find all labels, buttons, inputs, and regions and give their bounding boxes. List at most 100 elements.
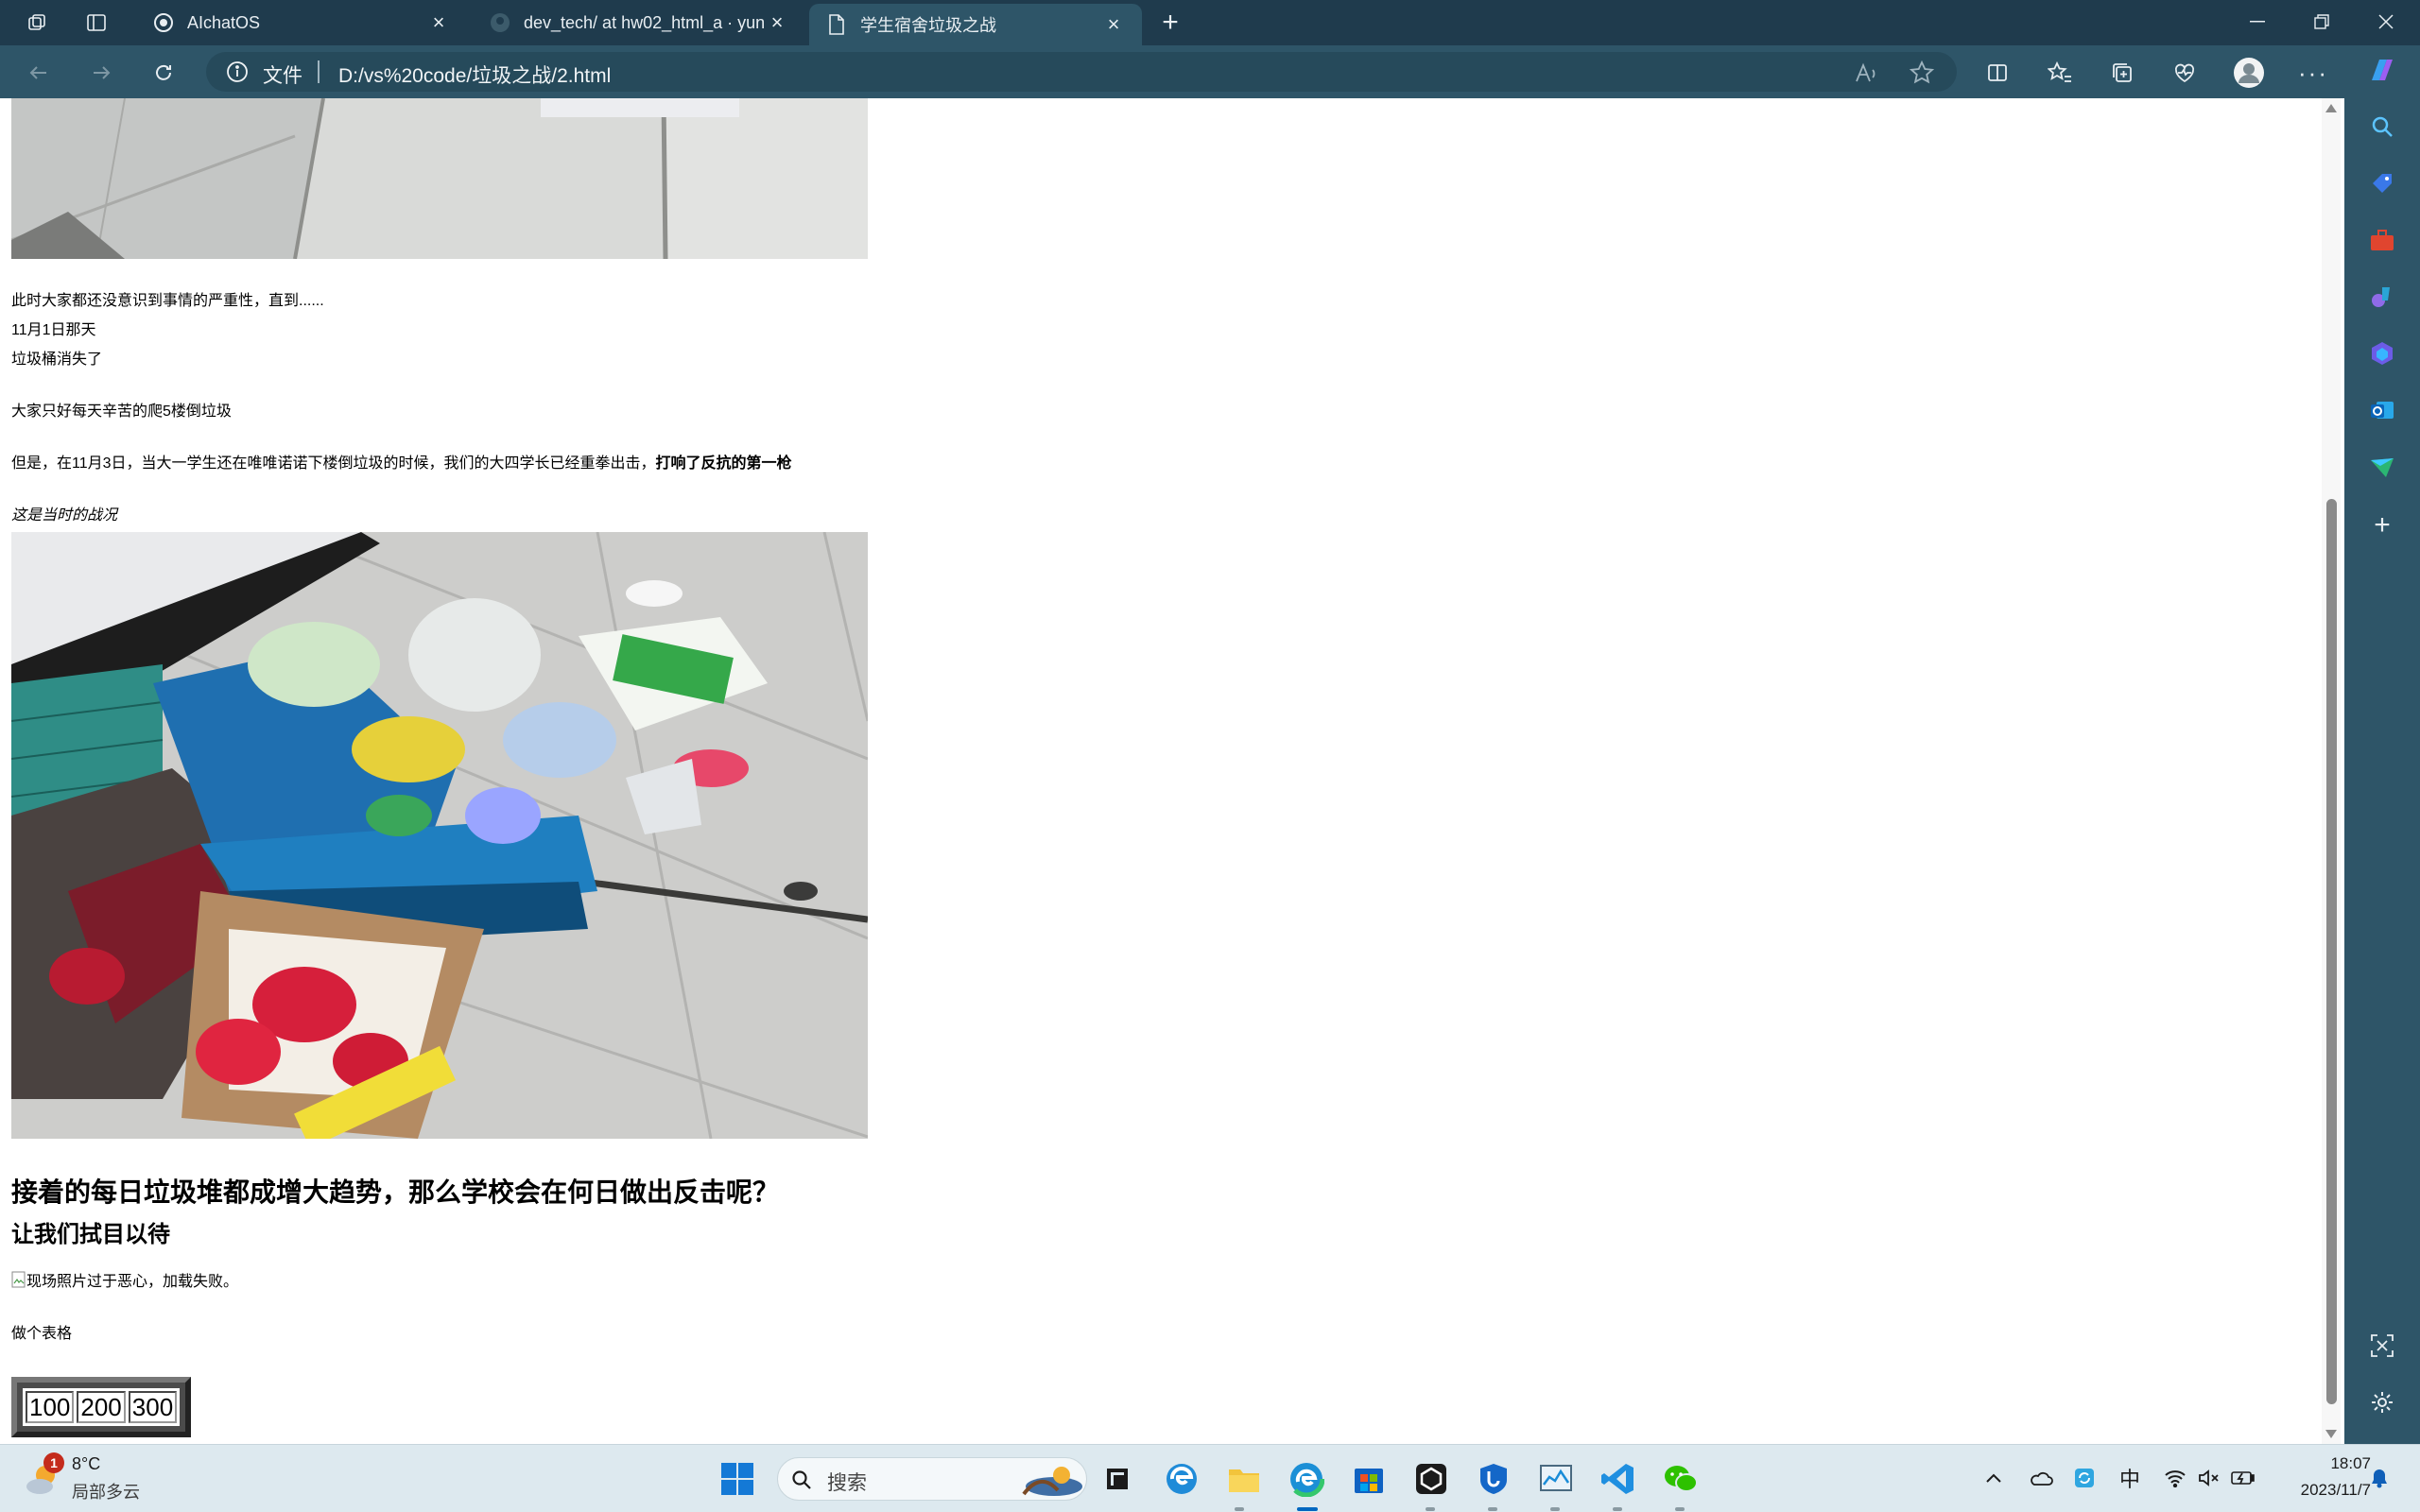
collections-icon[interactable] [2106, 57, 2138, 89]
start-windows-icon[interactable] [717, 1458, 758, 1500]
table-cell: 100 [26, 1391, 75, 1423]
forward-icon[interactable] [85, 57, 117, 89]
clock-date[interactable]: 2023/11/7 [2301, 1481, 2371, 1500]
paragraph: 但是，在11月3日，当大一学生还在唯唯诺诺下楼倒垃圾的时候，我们的大四学长已经重… [11, 450, 792, 472]
search-icon [792, 1470, 811, 1489]
tab-aichatos[interactable]: AIchatOS × [136, 2, 467, 43]
section-subheading: 让我们拭目以待 [11, 1222, 170, 1247]
aichatos-icon [153, 12, 174, 33]
tab-bar: AIchatOS × dev_tech/ at hw02_html_a · yu… [0, 0, 2420, 45]
scroll-down-arrow-icon[interactable] [2325, 1430, 2337, 1438]
taskbar-search[interactable]: 搜索 [777, 1457, 1087, 1501]
wifi-icon[interactable] [2161, 1464, 2189, 1492]
close-window-icon[interactable] [2354, 0, 2418, 43]
vertical-tabs-icon[interactable] [81, 8, 112, 38]
close-tab-icon[interactable]: × [425, 9, 452, 36]
shopping-tag-icon[interactable] [2365, 166, 2399, 200]
broken-image-icon [11, 1271, 26, 1288]
tab-title: dev_tech/ at hw02_html_a · yuna [524, 12, 764, 32]
github-icon [490, 12, 510, 33]
profile-avatar[interactable] [2233, 57, 2265, 89]
info-icon[interactable] [225, 60, 250, 84]
tab-title: AIchatOS [187, 12, 261, 32]
back-icon[interactable] [23, 57, 55, 89]
page-viewport: 此时大家都还没意识到事情的严重性，直到...... 11月1日那天 垃圾桶消失了… [0, 98, 2325, 1444]
vertical-scrollbar[interactable] [2322, 98, 2341, 1444]
favorite-star-icon[interactable] [1908, 59, 1936, 87]
shield-app-icon[interactable] [1473, 1458, 1514, 1500]
weather-temperature[interactable]: 8°C [72, 1454, 100, 1474]
games-icon[interactable] [2365, 280, 2399, 314]
scheme-label: 文件 [263, 65, 302, 87]
broken-image: 现场照片过于恶心，加载失败。 [11, 1268, 238, 1291]
tile-wall-photo [11, 98, 868, 259]
unity-app-icon[interactable] [1410, 1458, 1452, 1500]
table-intro: 做个表格 [11, 1326, 73, 1342]
new-tab-icon[interactable]: + [1155, 7, 1185, 38]
edge-sidebar: + [2344, 45, 2420, 1444]
table-cell: 300 [128, 1391, 178, 1423]
input-method-indicator[interactable]: 中 [2116, 1464, 2144, 1492]
paragraph-text: 但是，在11月3日，当大一学生还在唯唯诺诺下楼倒垃圾的时候，我们的大四学长已经重… [11, 455, 656, 472]
edge-browser-icon[interactable] [1286, 1458, 1327, 1500]
tab-github[interactable]: dev_tech/ at hw02_html_a · yuna × [473, 2, 805, 43]
microsoft-365-icon[interactable] [2365, 336, 2399, 370]
tab-current[interactable]: 学生宿舍垃圾之战 × [809, 4, 1142, 45]
sync-app-icon[interactable] [2070, 1464, 2099, 1492]
show-hidden-icons-icon[interactable] [1979, 1464, 2008, 1492]
refresh-icon[interactable] [147, 57, 180, 89]
active-app-indicator [1297, 1507, 1318, 1511]
search-icon[interactable] [2365, 110, 2399, 144]
paragraph: 大家只好每天辛苦的爬5楼倒垃圾 [11, 404, 232, 420]
resource-monitor-icon[interactable] [1535, 1458, 1577, 1500]
text-line: 垃圾桶消失了 [11, 352, 103, 368]
copilot-icon[interactable] [2365, 53, 2399, 87]
weather-description[interactable]: 局部多云 [72, 1479, 140, 1503]
data-table: 100 200 300 [11, 1377, 192, 1437]
add-sidebar-app-icon[interactable]: + [2365, 508, 2399, 542]
sidebar-settings-gear-icon[interactable] [2365, 1385, 2399, 1419]
text-line: 此时大家都还没意识到事情的严重性，直到...... [11, 293, 324, 309]
wechat-icon[interactable] [1660, 1458, 1702, 1500]
running-indicator [1613, 1507, 1622, 1511]
edge-legacy-icon[interactable] [1161, 1458, 1202, 1500]
image-caption: 这是当时的战况 [11, 507, 118, 524]
running-indicator [1675, 1507, 1685, 1511]
workspaces-icon[interactable] [23, 8, 53, 38]
send-drop-icon[interactable] [2365, 450, 2399, 484]
screenshot-icon[interactable] [2365, 1329, 2399, 1363]
running-indicator [1550, 1507, 1560, 1511]
address-bar[interactable]: 文件 D:/vs%20code/垃圾之战/2.html [206, 52, 1957, 92]
battery-charging-icon[interactable] [2229, 1464, 2257, 1492]
more-options-icon[interactable]: ··· [2297, 57, 2329, 89]
scrollbar-thumb[interactable] [2326, 499, 2337, 1404]
scroll-up-arrow-icon[interactable] [2325, 104, 2337, 112]
section-heading: 接着的每日垃圾堆都成增大趋势，那么学校会在何日做出反击呢？ [11, 1177, 780, 1207]
vscode-icon[interactable] [1598, 1458, 1639, 1500]
restore-icon[interactable] [2290, 0, 2354, 43]
notification-bell-icon[interactable] [2365, 1464, 2394, 1492]
tools-briefcase-icon[interactable] [2365, 223, 2399, 257]
table-row: 100 200 300 [26, 1391, 178, 1423]
performance-icon[interactable] [2169, 57, 2201, 89]
document-icon [826, 14, 847, 35]
running-indicator [1235, 1507, 1244, 1511]
favorites-icon[interactable] [2044, 57, 2076, 89]
outlook-icon[interactable] [2365, 393, 2399, 427]
microsoft-store-icon[interactable] [1348, 1458, 1390, 1500]
read-aloud-icon[interactable] [1853, 59, 1881, 87]
onedrive-cloud-icon[interactable] [2027, 1464, 2055, 1492]
task-view-icon[interactable] [1097, 1458, 1138, 1500]
garbage-pile-photo [11, 532, 868, 1139]
file-explorer-icon[interactable] [1223, 1458, 1265, 1500]
url-text[interactable]: D:/vs%20code/垃圾之战/2.html [338, 60, 611, 89]
close-tab-icon[interactable]: × [764, 9, 790, 36]
windows-taskbar: 1 8°C 局部多云 搜索 中 18:07 2023/11/7 [0, 1444, 2420, 1512]
split-screen-icon[interactable] [1981, 57, 2014, 89]
minimize-icon[interactable] [2225, 0, 2290, 43]
search-highlight-icon [1022, 1467, 1082, 1496]
running-indicator [1426, 1507, 1435, 1511]
close-tab-icon[interactable]: × [1100, 11, 1127, 38]
table-cell: 200 [77, 1391, 126, 1423]
volume-muted-icon[interactable] [2195, 1464, 2223, 1492]
